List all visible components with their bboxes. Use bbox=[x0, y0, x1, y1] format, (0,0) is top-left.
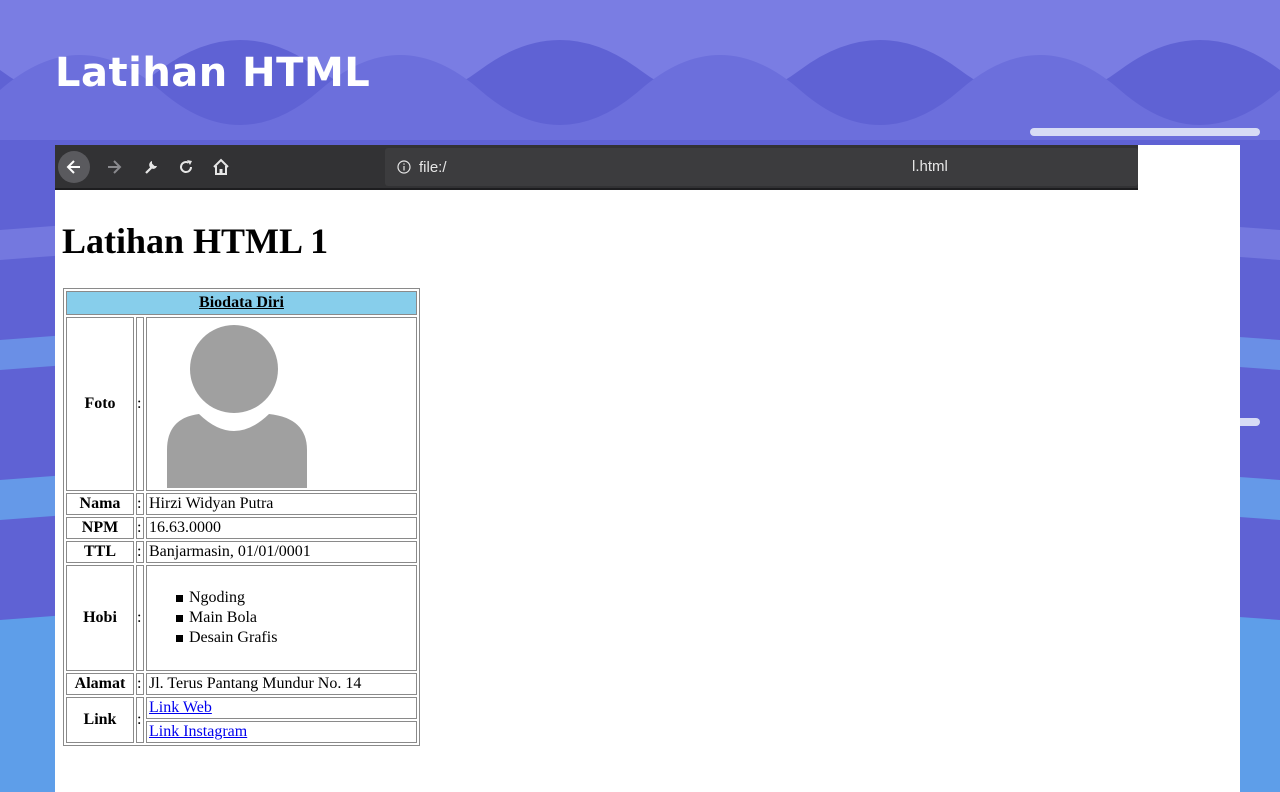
table-row: TTL : Banjarmasin, 01/01/0001 bbox=[66, 541, 417, 563]
tools-button[interactable] bbox=[135, 151, 167, 183]
link-label: Link bbox=[66, 697, 134, 743]
browser-toolbar: file:/ l.html bbox=[55, 145, 1138, 190]
photo-cell bbox=[146, 317, 417, 491]
table-header: Biodata Diri bbox=[66, 291, 417, 315]
npm-label: NPM bbox=[66, 517, 134, 539]
hobi-list-cell: Ngoding Main Bola Desain Grafis bbox=[146, 565, 417, 671]
url-file: l.html bbox=[912, 158, 948, 175]
npm-value: 16.63.0000 bbox=[146, 517, 417, 539]
list-item: Desain Grafis bbox=[176, 628, 414, 648]
hobi-label: Hobi bbox=[66, 565, 134, 671]
table-row: Nama : Hirzi Widyan Putra bbox=[66, 493, 417, 515]
foto-label: Foto bbox=[66, 317, 134, 491]
table-row: Alamat : Jl. Terus Pantang Mundur No. 14 bbox=[66, 673, 417, 695]
info-icon[interactable] bbox=[397, 160, 411, 174]
address-bar[interactable]: file:/ l.html bbox=[385, 148, 1138, 186]
forward-icon bbox=[108, 160, 122, 174]
reload-icon bbox=[180, 160, 193, 173]
link-web[interactable]: Link Web bbox=[149, 699, 212, 716]
url-scheme: file:/ bbox=[419, 158, 447, 176]
alamat-label: Alamat bbox=[66, 673, 134, 695]
nama-label: Nama bbox=[66, 493, 134, 515]
ttl-label: TTL bbox=[66, 541, 134, 563]
colon-cell: : bbox=[136, 673, 144, 695]
hobi-list: Ngoding Main Bola Desain Grafis bbox=[149, 588, 414, 648]
list-item: Main Bola bbox=[176, 608, 414, 628]
table-row: Foto : bbox=[66, 317, 417, 491]
back-button[interactable] bbox=[58, 151, 90, 183]
colon-cell: : bbox=[136, 317, 144, 491]
colon-cell: : bbox=[136, 541, 144, 563]
page-heading: Latihan HTML 1 bbox=[62, 221, 329, 261]
browser-screenshot: file:/ l.html Latihan HTML 1 Biodata Dir… bbox=[55, 145, 1240, 792]
biodata-table: Biodata Diri Foto : Nama : Hirzi Widyan … bbox=[63, 288, 420, 746]
avatar-placeholder-image bbox=[167, 325, 307, 488]
link-instagram[interactable]: Link Instagram bbox=[149, 723, 247, 740]
colon-cell: : bbox=[136, 493, 144, 515]
link-web-cell: Link Web bbox=[146, 697, 417, 719]
colon-cell: : bbox=[136, 517, 144, 539]
colon-cell: : bbox=[136, 697, 144, 743]
nama-value: Hirzi Widyan Putra bbox=[146, 493, 417, 515]
link-instagram-cell: Link Instagram bbox=[146, 721, 417, 743]
home-icon bbox=[213, 158, 229, 175]
forward-button[interactable] bbox=[98, 151, 130, 183]
web-page: Latihan HTML 1 Biodata Diri Foto : Nama … bbox=[55, 190, 1240, 792]
colon-cell: : bbox=[136, 565, 144, 671]
ttl-value: Banjarmasin, 01/01/0001 bbox=[146, 541, 417, 563]
table-row: NPM : 16.63.0000 bbox=[66, 517, 417, 539]
back-icon bbox=[66, 160, 80, 174]
alamat-value: Jl. Terus Pantang Mundur No. 14 bbox=[146, 673, 417, 695]
list-item: Ngoding bbox=[176, 588, 414, 608]
table-row: Link : Link Web bbox=[66, 697, 417, 743]
slide-title: Latihan HTML bbox=[55, 50, 371, 96]
reload-button[interactable] bbox=[170, 151, 202, 183]
tools-icon bbox=[145, 161, 157, 174]
home-button[interactable] bbox=[205, 151, 237, 183]
table-row: Hobi : Ngoding Main Bola Desain Grafis bbox=[66, 565, 417, 671]
